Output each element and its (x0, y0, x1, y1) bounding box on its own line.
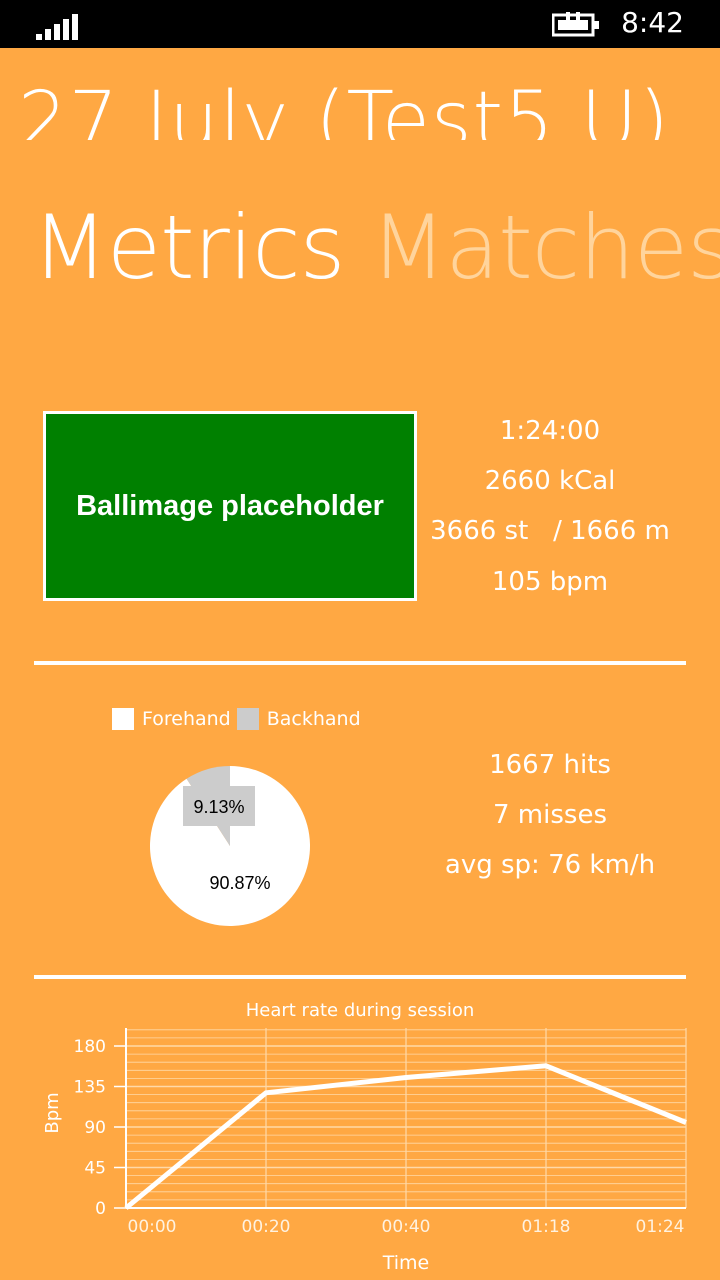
avg-speed-value: avg sp: 76 km/h (444, 850, 656, 880)
pie-label-forehand: 90.87% (209, 873, 270, 893)
legend-forehand: Forehand (142, 708, 231, 730)
page-title: 27 July (Test5 U) (18, 76, 671, 140)
section-divider (34, 661, 686, 665)
steps-distance-value: 3666 st / 1666 m (430, 516, 670, 546)
y-tick-label: 90 (84, 1118, 106, 1138)
y-tick-label: 0 (95, 1199, 106, 1219)
legend-backhand: Backhand (266, 708, 361, 730)
hits-value: 1667 hits (489, 750, 611, 780)
y-axis-ticks: 0 45 90 135 180 (74, 1037, 126, 1219)
y-tick-label: 135 (74, 1078, 106, 1098)
chart-grid (125, 1028, 687, 1209)
page-title-container: 27 July (Test5 U) (0, 76, 720, 140)
x-tick-label: 00:00 (128, 1217, 177, 1237)
battery-charging-icon (552, 12, 599, 37)
x-axis-ticks: 00:00 00:20 00:40 01:18 01:24 (128, 1217, 685, 1237)
forehand-swatch (112, 708, 134, 730)
pie-label-backhand: 9.13% (193, 797, 244, 817)
chart-title: Heart rate during session (246, 1000, 475, 1021)
heart-rate-value: 105 bpm (491, 567, 609, 597)
misses-value: 7 misses (493, 800, 607, 830)
clock: 8:42 (621, 6, 684, 39)
pivot-tab-metrics[interactable]: Metrics (32, 196, 345, 299)
backhand-swatch (236, 708, 259, 730)
x-tick-label: 00:40 (382, 1217, 431, 1237)
y-axis-label: Bpm (42, 1092, 63, 1133)
calories-value: 2660 kCal (484, 466, 616, 496)
x-tick-label: 00:20 (242, 1217, 291, 1237)
x-axis-label: Time (382, 1252, 430, 1274)
signal-strength-icon (36, 12, 80, 40)
shot-type-pie-chart: 9.13% 90.87% (149, 766, 310, 926)
y-tick-label: 45 (84, 1159, 106, 1179)
ball-image-placeholder: Ballimage placeholder (43, 411, 417, 601)
pivot-tab-matches[interactable]: Matches (370, 196, 720, 299)
section-divider (34, 975, 686, 979)
heart-rate-chart: Heart rate during session 0 45 90 135 180 00… (42, 1000, 687, 1274)
pivot-header: Metrics Matches (32, 196, 720, 299)
ball-image-label: Ballimage placeholder (76, 489, 384, 522)
duration-value: 1:24:00 (499, 416, 601, 446)
x-tick-label: 01:24 (636, 1217, 685, 1237)
pie-legend: Forehand Backhand (112, 708, 367, 730)
status-bar: 8:42 (0, 0, 720, 48)
y-tick-label: 180 (74, 1037, 106, 1057)
x-tick-label: 01:18 (522, 1217, 571, 1237)
